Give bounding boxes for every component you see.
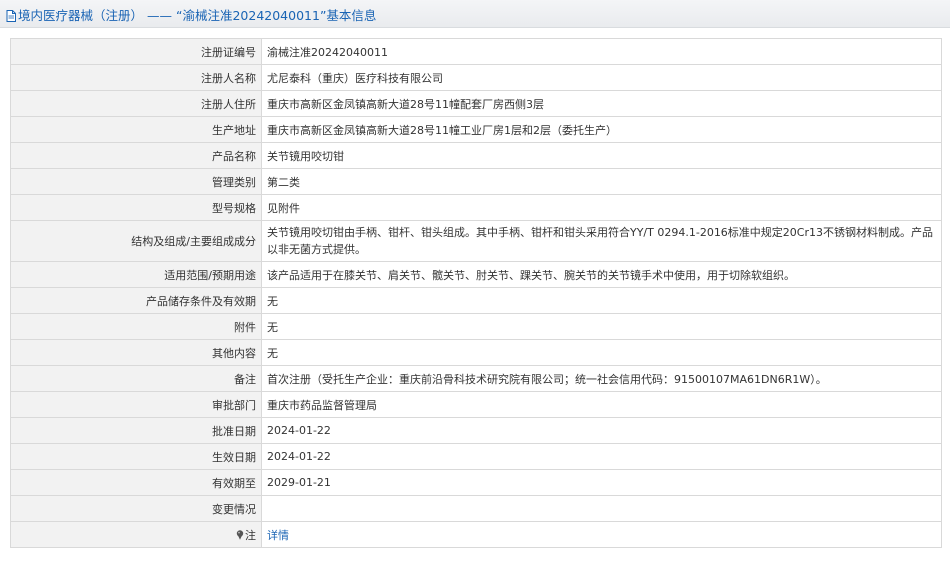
table-row: 生产地址 重庆市高新区金凤镇高新大道28号11幢工业厂房1层和2层（委托生产） xyxy=(10,116,942,143)
table-row: 其他内容无 xyxy=(10,339,942,366)
table-row: 注册人名称 尤尼泰科（重庆）医疗科技有限公司 xyxy=(10,64,942,91)
note-row: 注 详情 xyxy=(10,521,942,548)
table-row: 附件无 xyxy=(10,313,942,340)
row-value: 2024-01-22 xyxy=(261,417,942,444)
row-label: 结构及组成/主要组成成分 xyxy=(10,220,262,262)
row-label: 产品名称 xyxy=(10,142,262,169)
table-row: 产品名称 关节镜用咬切钳 xyxy=(10,142,942,169)
row-value: 重庆市高新区金凤镇高新大道28号11幢工业厂房1层和2层（委托生产） xyxy=(261,116,942,143)
row-label: 生产地址 xyxy=(10,116,262,143)
table-row: 管理类别 第二类 xyxy=(10,168,942,195)
page-title: 境内医疗器械（注册） —— “渝械注准20242040011”基本信息 xyxy=(6,5,376,24)
title-separator: —— xyxy=(147,8,172,23)
row-value: 2024-01-22 xyxy=(261,443,942,470)
table-row: 型号规格 见附件 xyxy=(10,194,942,221)
row-value: 重庆市药品监督管理局 xyxy=(261,391,942,418)
row-value: 尤尼泰科（重庆）医疗科技有限公司 xyxy=(261,64,942,91)
row-label: 其他内容 xyxy=(10,339,262,366)
table-row: 适用范围/预期用途 该产品适用于在膝关节、肩关节、髋关节、肘关节、踝关节、腕关节的… xyxy=(10,261,942,288)
row-label: 型号规格 xyxy=(10,194,262,221)
row-value: 首次注册（受托生产企业：重庆前沿骨科技术研究院有限公司；统一社会信用代码：915… xyxy=(261,365,942,392)
row-value: 第二类 xyxy=(261,168,942,195)
row-label: 生效日期 xyxy=(10,443,262,470)
table-row: 变更情况 xyxy=(10,495,942,522)
row-label: 有效期至 xyxy=(10,469,262,496)
table-row: 生效日期 2024-01-22 xyxy=(10,443,942,470)
row-value: 重庆市高新区金凤镇高新大道28号11幢配套厂房西侧3层 xyxy=(261,90,942,117)
table-row: 结构及组成/主要组成成分 关节镜用咬切钳由手柄、钳杆、钳头组成。其中手柄、钳杆和钳… xyxy=(10,220,942,262)
table-row: 产品储存条件及有效期无 xyxy=(10,287,942,314)
row-value xyxy=(261,495,942,522)
row-label: 注册证编号 xyxy=(10,38,262,65)
row-label: 备注 xyxy=(10,365,262,392)
table-row: 审批部门 重庆市药品监督管理局 xyxy=(10,391,942,418)
note-value-cell: 详情 xyxy=(261,521,942,548)
category-text: 境内医疗器械（注册） xyxy=(18,8,144,23)
row-label: 变更情况 xyxy=(10,495,262,522)
table-row: 注册人住所 重庆市高新区金凤镇高新大道28号11幢配套厂房西侧3层 xyxy=(10,90,942,117)
note-label: 注 xyxy=(245,528,256,542)
page-header: 境内医疗器械（注册） —— “渝械注准20242040011”基本信息 xyxy=(0,0,950,28)
row-label: 审批部门 xyxy=(10,391,262,418)
table-row: 注册证编号 渝械注准20242040011 xyxy=(10,38,942,65)
row-label: 注册人住所 xyxy=(10,90,262,117)
table-row: 有效期至 2029-01-21 xyxy=(10,469,942,496)
row-value: 2029-01-21 xyxy=(261,469,942,496)
row-label: 批准日期 xyxy=(10,417,262,444)
note-label-cell: 注 xyxy=(10,521,262,548)
row-value: 关节镜用咬切钳由手柄、钳杆、钳头组成。其中手柄、钳杆和钳头采用符合YY/T 02… xyxy=(261,220,942,262)
row-value: 无 xyxy=(261,287,942,314)
pin-icon xyxy=(236,529,244,540)
document-icon xyxy=(6,10,16,22)
row-label: 注册人名称 xyxy=(10,64,262,91)
row-value: 该产品适用于在膝关节、肩关节、髋关节、肘关节、踝关节、腕关节的关节镜手术中使用，… xyxy=(261,261,942,288)
row-label: 适用范围/预期用途 xyxy=(10,261,262,288)
table-row: 批准日期 2024-01-22 xyxy=(10,417,942,444)
record-title: “渝械注准20242040011”基本信息 xyxy=(175,8,377,23)
info-table: 注册证编号 渝械注准20242040011 注册人名称 尤尼泰科（重庆）医疗科技有限… xyxy=(10,38,942,548)
row-value: 渝械注准20242040011 xyxy=(261,38,942,65)
row-value: 见附件 xyxy=(261,194,942,221)
row-label: 管理类别 xyxy=(10,168,262,195)
details-link[interactable]: 详情 xyxy=(267,529,289,542)
row-label: 产品储存条件及有效期 xyxy=(10,287,262,314)
row-value: 无 xyxy=(261,339,942,366)
row-value: 无 xyxy=(261,313,942,340)
row-label: 附件 xyxy=(10,313,262,340)
table-row: 备注 首次注册（受托生产企业：重庆前沿骨科技术研究院有限公司；统一社会信用代码：9… xyxy=(10,365,942,392)
row-value: 关节镜用咬切钳 xyxy=(261,142,942,169)
